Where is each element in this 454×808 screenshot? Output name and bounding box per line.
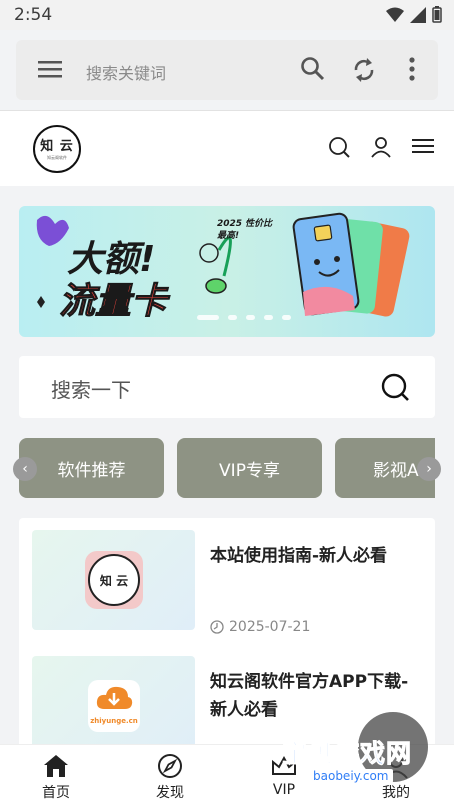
status-time: 2:54 (14, 5, 53, 25)
thumb-logo-text: zhiyunge.cn (90, 717, 138, 725)
carousel-dot[interactable] (228, 315, 237, 320)
banner-headline-2: 流量卡 (58, 281, 168, 323)
battery-icon (432, 6, 442, 23)
thumb-logo: zhiyunge.cn (88, 680, 140, 732)
category-software[interactable]: 软件推荐 (19, 438, 164, 498)
carousel-dot[interactable] (282, 315, 291, 320)
promo-banner[interactable]: 大额! 流量卡 2025 性价比最高! (19, 206, 435, 337)
thumb-logo: 知 云 (85, 551, 143, 609)
article-title[interactable]: 本站使用指南-新人必看 (210, 542, 420, 570)
site-logo[interactable]: 知 云 知云阁软件 (33, 125, 81, 173)
site-header: 知 云 知云阁软件 (0, 111, 454, 186)
carousel-dots (197, 315, 291, 320)
signal-icon (410, 6, 426, 23)
watermark-url: baobeiy.com (308, 769, 394, 783)
watermark: 宝贝游戏网 baobeiy.com (276, 712, 436, 804)
article-thumbnail[interactable]: zhiyunge.cn (32, 656, 195, 756)
category-vip[interactable]: VIP专享 (177, 438, 322, 498)
browser-address-bar[interactable]: 搜索关键词 (16, 40, 438, 100)
chevron-left-icon: ‹ (22, 461, 28, 477)
cloud-download-icon (96, 686, 133, 709)
carousel-dot[interactable] (246, 315, 255, 320)
refresh-icon[interactable] (351, 56, 377, 84)
tab-discover[interactable]: 发现 (135, 753, 205, 802)
browser-search-placeholder[interactable]: 搜索关键词 (86, 60, 166, 84)
logo-text: 知 云 (40, 139, 74, 154)
logo-subtext: 知云阁软件 (47, 155, 67, 160)
category-carousel: 软件推荐 VIP专享 影视A (19, 438, 435, 498)
status-bar: 2:54 (0, 0, 454, 30)
article-thumbnail[interactable]: 知 云 (32, 530, 195, 630)
search-icon[interactable] (300, 56, 326, 82)
site-search-icon[interactable] (328, 136, 350, 158)
clock-icon (210, 620, 224, 634)
article-date: 2025-07-21 (229, 619, 311, 635)
tab-label: 发现 (156, 785, 184, 801)
carousel-prev-button[interactable]: ‹ (13, 457, 37, 481)
wifi-icon (386, 7, 404, 22)
carousel-dot[interactable] (264, 315, 273, 320)
site-search-box[interactable]: 搜索一下 (19, 356, 435, 418)
search-icon[interactable] (381, 373, 409, 401)
thumb-logo-text: 知 云 (88, 554, 140, 606)
site-menu-icon[interactable] (412, 136, 434, 156)
chevron-right-icon: › (426, 461, 432, 477)
site-search-placeholder[interactable]: 搜索一下 (51, 374, 131, 403)
compass-icon (158, 754, 182, 778)
more-vert-icon[interactable] (408, 56, 416, 82)
carousel-dot[interactable] (197, 315, 219, 320)
hamburger-menu-icon[interactable] (38, 60, 62, 78)
home-icon (44, 755, 68, 777)
list-item[interactable]: 知 云 本站使用指南-新人必看 2025-07-21 (32, 530, 422, 635)
banner-tagline: 2025 性价比最高! (217, 219, 273, 241)
tab-label: 首页 (42, 785, 70, 801)
tab-home[interactable]: 首页 (21, 753, 91, 802)
user-icon[interactable] (370, 136, 392, 158)
carousel-next-button[interactable]: › (417, 457, 441, 481)
watermark-text: 宝贝游戏网 (281, 739, 413, 769)
